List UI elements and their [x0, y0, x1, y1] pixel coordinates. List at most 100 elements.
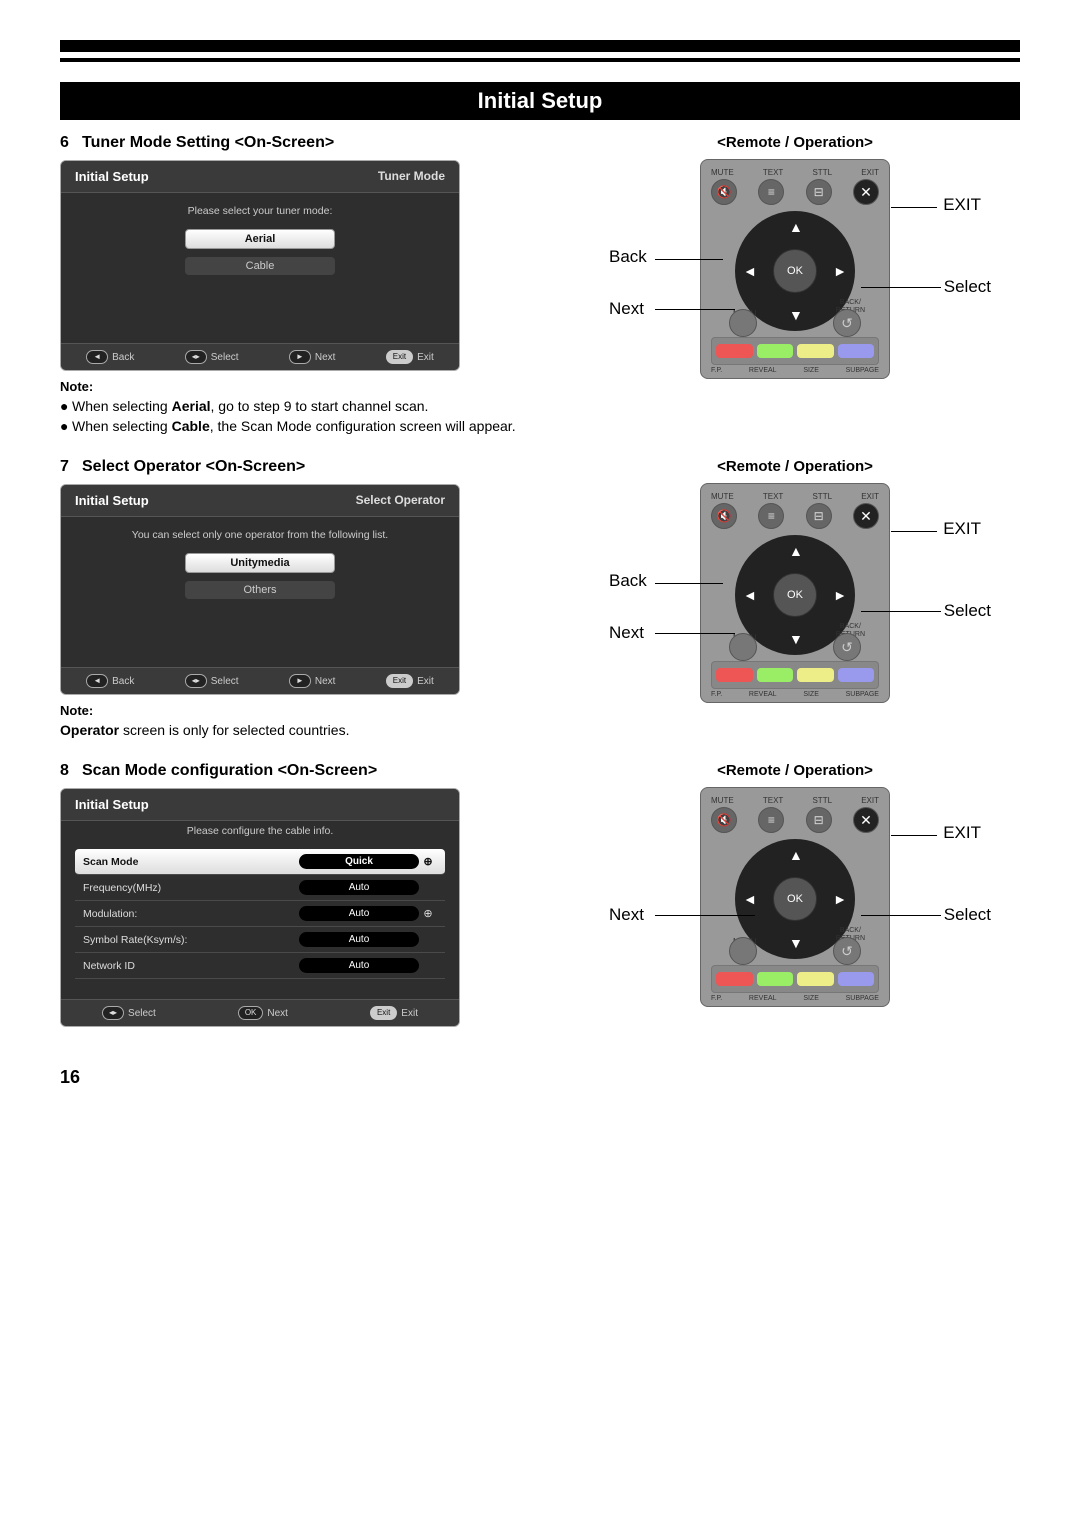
config-row[interactable]: Modulation:Auto⊕: [75, 901, 445, 927]
dpad-up-icon[interactable]: ▲: [789, 219, 803, 235]
callout-next: Next: [609, 623, 644, 643]
config-value: Quick: [299, 854, 419, 869]
config-label: Modulation:: [83, 908, 299, 920]
color-buttons[interactable]: [711, 337, 879, 365]
option-cable[interactable]: Cable: [185, 257, 335, 275]
callout-select: Select: [944, 601, 991, 621]
top-bar-thin: [60, 58, 1020, 62]
callout-next: Next: [609, 299, 644, 319]
osd-instruction: You can select only one operator from th…: [75, 529, 445, 541]
remote-heading: <Remote / Operation>: [570, 762, 1020, 779]
footer-select: ◂▸Select: [102, 1006, 156, 1020]
step8-heading: 8Scan Mode configuration <On-Screen>: [60, 762, 540, 780]
menu-button[interactable]: [729, 309, 757, 337]
config-label: Frequency(MHz): [83, 882, 299, 894]
config-row[interactable]: Symbol Rate(Ksym/s):Auto: [75, 927, 445, 953]
page-number: 16: [60, 1067, 1020, 1088]
mute-button[interactable]: 🔇: [711, 807, 737, 833]
color-buttons[interactable]: [711, 661, 879, 689]
config-row[interactable]: Network IDAuto: [75, 953, 445, 979]
option-others[interactable]: Others: [185, 581, 335, 599]
sttl-button[interactable]: ⊟: [806, 179, 832, 205]
dpad-right-icon[interactable]: ►: [833, 587, 847, 603]
dpad-down-icon[interactable]: ▼: [789, 307, 803, 323]
note-line-1: ●When selecting Aerial, go to step 9 to …: [60, 398, 540, 414]
footer-next: OKNext: [238, 1006, 288, 1020]
mute-button[interactable]: 🔇: [711, 179, 737, 205]
dpad-down-icon[interactable]: ▼: [789, 935, 803, 951]
color-buttons[interactable]: [711, 965, 879, 993]
osd-scan-mode: Initial Setup Please configure the cable…: [60, 788, 460, 1027]
mute-button[interactable]: 🔇: [711, 503, 737, 529]
footer-back: ◄Back: [86, 674, 134, 688]
config-value: Auto: [299, 906, 419, 921]
return-button[interactable]: ↺: [833, 937, 861, 965]
footer-exit: ExitExit: [370, 1006, 418, 1020]
config-label: Network ID: [83, 960, 299, 972]
remote-diagram: MUTETEXTSTTLEXIT 🔇 ≡ ⊟ ✕ ▲ ▼ ◄ ► OK: [665, 483, 925, 703]
dpad-left-icon[interactable]: ◄: [743, 587, 757, 603]
config-label: Scan Mode: [83, 856, 299, 868]
dpad-up-icon[interactable]: ▲: [789, 847, 803, 863]
text-button[interactable]: ≡: [758, 503, 784, 529]
dpad-left-icon[interactable]: ◄: [743, 891, 757, 907]
exit-button[interactable]: ✕: [853, 179, 879, 205]
menu-button[interactable]: [729, 937, 757, 965]
footer-select: ◂▸Select: [185, 674, 239, 688]
osd-subtitle: Tuner Mode: [378, 169, 445, 184]
osd-instruction: Please configure the cable info.: [75, 825, 445, 837]
arrow-icon: ⊕: [419, 855, 437, 868]
dpad-down-icon[interactable]: ▼: [789, 631, 803, 647]
top-bar-thick: [60, 40, 1020, 52]
callout-exit: EXIT: [943, 519, 981, 539]
dpad[interactable]: ▲ ▼ ◄ ► OK MENU BACK/RETURN ↺: [735, 535, 855, 655]
option-aerial[interactable]: Aerial: [185, 229, 335, 249]
sttl-button[interactable]: ⊟: [806, 503, 832, 529]
ok-button[interactable]: OK: [773, 249, 817, 293]
note-heading: Note:: [60, 703, 540, 718]
callout-select: Select: [944, 905, 991, 925]
exit-button[interactable]: ✕: [853, 503, 879, 529]
callout-exit: EXIT: [943, 195, 981, 215]
return-button[interactable]: ↺: [833, 633, 861, 661]
osd-title: Initial Setup: [75, 797, 149, 812]
note-line-2: ●When selecting Cable, the Scan Mode con…: [60, 418, 540, 434]
osd-select-operator: Initial Setup Select Operator You can se…: [60, 484, 460, 695]
ok-button[interactable]: OK: [773, 877, 817, 921]
osd-subtitle: Select Operator: [356, 493, 445, 508]
config-row[interactable]: Scan ModeQuick⊕: [75, 849, 445, 875]
dpad-right-icon[interactable]: ►: [833, 263, 847, 279]
return-button[interactable]: ↺: [833, 309, 861, 337]
menu-button[interactable]: [729, 633, 757, 661]
page-title: Initial Setup: [60, 82, 1020, 120]
text-button[interactable]: ≡: [758, 179, 784, 205]
dpad[interactable]: ▲ ▼ ◄ ► OK MENU BACK/RETURN ↺: [735, 839, 855, 959]
remote-heading: <Remote / Operation>: [570, 458, 1020, 475]
osd-title: Initial Setup: [75, 169, 149, 184]
callout-next: Next: [609, 905, 644, 925]
callout-back: Back: [609, 571, 647, 591]
remote-heading: <Remote / Operation>: [570, 134, 1020, 151]
osd-tuner-mode: Initial Setup Tuner Mode Please select y…: [60, 160, 460, 371]
footer-back: ◄Back: [86, 350, 134, 364]
dpad[interactable]: ▲ ▼ ◄ ► OK MENU BACK/RETURN ↺: [735, 211, 855, 331]
footer-exit: ExitExit: [386, 350, 434, 364]
callout-back: Back: [609, 247, 647, 267]
option-unitymedia[interactable]: Unitymedia: [185, 553, 335, 573]
text-button[interactable]: ≡: [758, 807, 784, 833]
step6-heading: 6Tuner Mode Setting <On-Screen>: [60, 134, 540, 152]
dpad-right-icon[interactable]: ►: [833, 891, 847, 907]
footer-exit: ExitExit: [386, 674, 434, 688]
dpad-left-icon[interactable]: ◄: [743, 263, 757, 279]
ok-button[interactable]: OK: [773, 573, 817, 617]
remote-diagram: MUTETEXTSTTLEXIT 🔇 ≡ ⊟ ✕ ▲ ▼ ◄ ► OK: [665, 159, 925, 379]
sttl-button[interactable]: ⊟: [806, 807, 832, 833]
config-row[interactable]: Frequency(MHz)Auto: [75, 875, 445, 901]
exit-button[interactable]: ✕: [853, 807, 879, 833]
callout-select: Select: [944, 277, 991, 297]
footer-next: ►Next: [289, 350, 335, 364]
config-value: Auto: [299, 880, 419, 895]
dpad-up-icon[interactable]: ▲: [789, 543, 803, 559]
step7-heading: 7Select Operator <On-Screen>: [60, 458, 540, 476]
config-value: Auto: [299, 932, 419, 947]
